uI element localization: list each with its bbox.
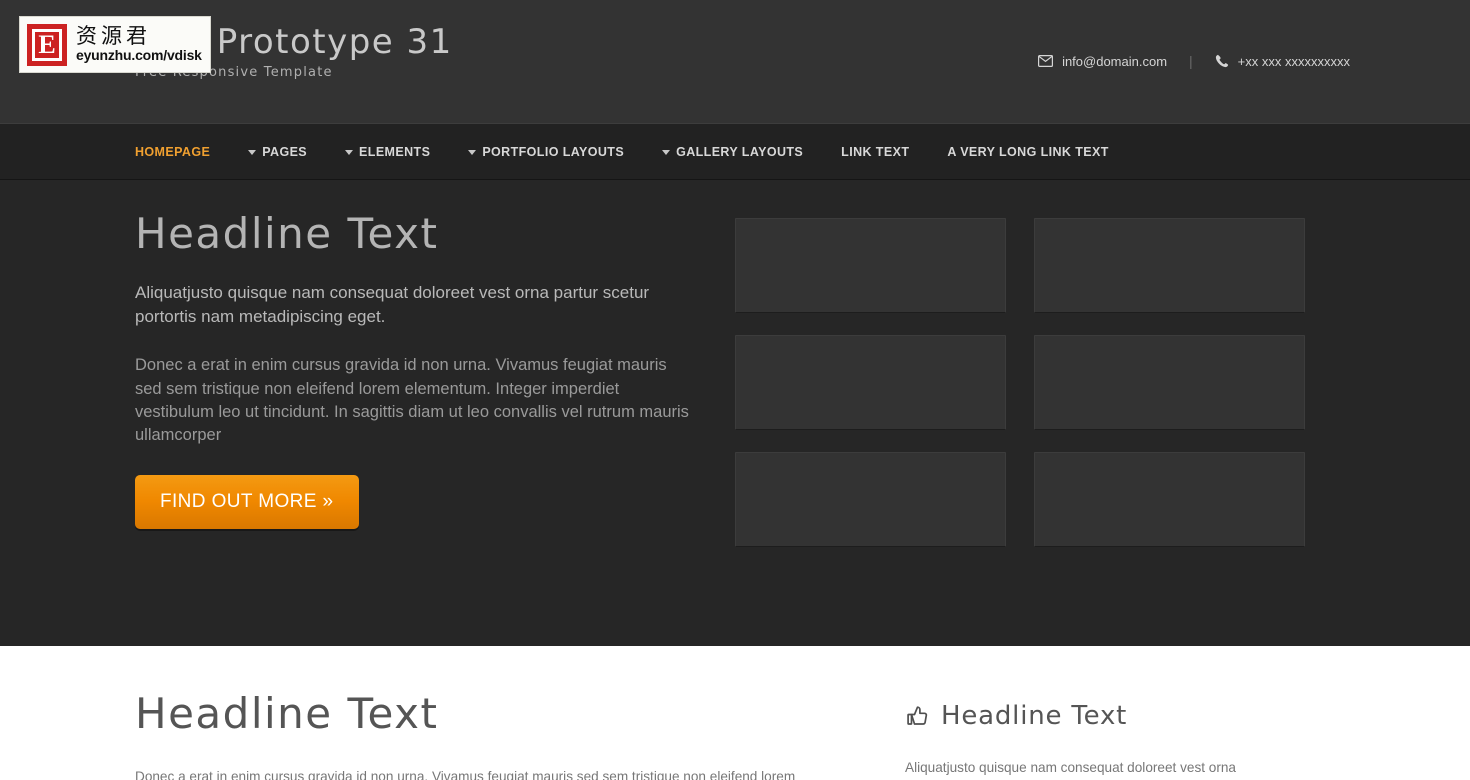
- header-email-text: info@domain.com: [1062, 53, 1168, 69]
- content-body-paragraph: Donec a erat in enim cursus gravida id n…: [135, 769, 796, 780]
- chevron-down-icon: [662, 150, 671, 155]
- nav-item-gallery-layouts[interactable]: GALLERY LAYOUTS: [662, 145, 803, 159]
- hero-body-paragraph: Donec a erat in enim cursus gravida id n…: [135, 356, 689, 445]
- thumbnail-placeholder[interactable]: [1034, 452, 1305, 547]
- watermark-text: 资源君 eyunzhu.com/vdisk: [76, 25, 202, 63]
- content-headline: Headline Text: [135, 689, 439, 738]
- thumbnail-placeholder[interactable]: [1034, 335, 1305, 430]
- chevron-down-icon: [468, 150, 477, 155]
- nav-item-label: PAGES: [262, 144, 308, 159]
- nav-item-pages[interactable]: PAGES: [248, 145, 307, 159]
- thumbnail-placeholder[interactable]: [735, 452, 1006, 547]
- hero-headline: Headline Text: [135, 209, 439, 258]
- sidebar-headline-text: Headline Text: [941, 701, 1128, 731]
- nav-item-homepage[interactable]: HOMEPAGE: [135, 145, 210, 159]
- hero-text-column: Headline Text Aliquatjusto quisque nam c…: [135, 209, 735, 547]
- hero-lead-paragraph: Aliquatjusto quisque nam consequat dolor…: [135, 283, 650, 326]
- envelope-icon: [1038, 55, 1054, 67]
- thumbs-up-icon: [905, 704, 929, 728]
- watermark-letter: E: [32, 28, 62, 61]
- nav-item-portfolio-layouts[interactable]: PORTFOLIO LAYOUTS: [468, 145, 624, 159]
- header-inner: 200 Prototype 31 Free Responsive Templat…: [135, 0, 1350, 123]
- sidebar-body-paragraph: Aliquatjusto quisque nam consequat dolor…: [905, 760, 1236, 775]
- header-contact-info: info@domain.com | +xx xxx xxxxxxxxxx: [1038, 53, 1350, 69]
- header-phone-text: +xx xxx xxxxxxxxxx: [1237, 53, 1350, 69]
- main-navigation: HOMEPAGE PAGES ELEMENTS PORTFOLIO LAYOUT…: [0, 123, 1470, 180]
- site-header: 200 Prototype 31 Free Responsive Templat…: [0, 0, 1470, 123]
- nav-inner: HOMEPAGE PAGES ELEMENTS PORTFOLIO LAYOUT…: [135, 124, 1335, 179]
- nav-item-a-very-long-link-text[interactable]: A VERY LONG LINK TEXT: [947, 145, 1108, 159]
- content-side-column: Headline Text Aliquatjusto quisque nam c…: [905, 691, 1275, 780]
- chevron-down-icon: [345, 150, 354, 155]
- find-out-more-button[interactable]: FIND OUT MORE »: [135, 474, 359, 529]
- chevron-down-icon: [248, 150, 257, 155]
- nav-item-label: LINK TEXT: [841, 144, 910, 159]
- nav-item-link-text[interactable]: LINK TEXT: [841, 145, 909, 159]
- sidebar-headline: Headline Text: [905, 701, 1275, 731]
- content-main-column: Headline Text Donec a erat in enim cursu…: [135, 689, 905, 780]
- nav-item-label: GALLERY LAYOUTS: [676, 144, 804, 159]
- nav-item-label: PORTFOLIO LAYOUTS: [482, 144, 625, 159]
- header-contact-separator: |: [1189, 53, 1193, 69]
- watermark-logo-badge: E: [27, 23, 67, 66]
- hero-thumbnail-grid: [735, 211, 1315, 547]
- watermark-url-text: eyunzhu.com/vdisk: [76, 47, 202, 64]
- content-section: Headline Text Donec a erat in enim cursu…: [0, 646, 1470, 780]
- thumbnail-placeholder[interactable]: [1034, 218, 1305, 313]
- nav-item-label: ELEMENTS: [359, 144, 431, 159]
- watermark-overlay: E 资源君 eyunzhu.com/vdisk: [19, 16, 211, 73]
- phone-icon: [1215, 54, 1229, 68]
- header-phone-link[interactable]: +xx xxx xxxxxxxxxx: [1215, 54, 1350, 69]
- header-email-link[interactable]: info@domain.com: [1038, 54, 1167, 69]
- thumbnail-placeholder[interactable]: [735, 335, 1006, 430]
- nav-item-label: A VERY LONG LINK TEXT: [947, 144, 1109, 159]
- hero-section: Headline Text Aliquatjusto quisque nam c…: [0, 180, 1470, 646]
- content-inner: Headline Text Donec a erat in enim cursu…: [135, 646, 1335, 780]
- nav-item-elements[interactable]: ELEMENTS: [345, 145, 430, 159]
- thumbnail-placeholder[interactable]: [735, 218, 1006, 313]
- hero-inner: Headline Text Aliquatjusto quisque nam c…: [135, 180, 1335, 547]
- watermark-chinese-text: 资源君: [76, 24, 151, 49]
- nav-item-label: HOMEPAGE: [135, 144, 211, 159]
